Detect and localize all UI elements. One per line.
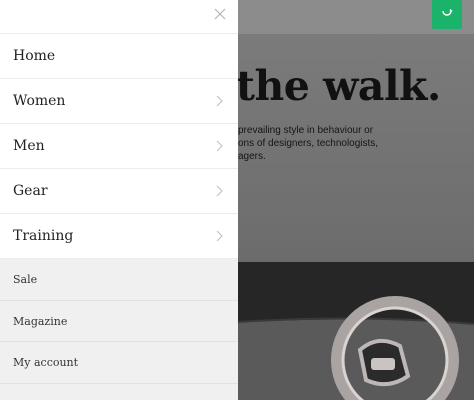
nav-item-label: Gear	[13, 183, 48, 199]
chevron-right-icon	[216, 230, 223, 242]
nav-item-label: Women	[13, 93, 66, 109]
cart-button[interactable]	[432, 0, 462, 29]
nav-item-women[interactable]: Women	[0, 79, 238, 124]
nav-link-label: My account	[13, 356, 79, 370]
hero-title: the walk.	[236, 62, 441, 110]
nav-link-label: Sale	[13, 272, 38, 286]
chevron-right-icon	[216, 95, 223, 107]
drawer-header	[0, 0, 238, 34]
close-icon	[214, 8, 226, 20]
nav-link-sale[interactable]: Sale	[0, 259, 238, 301]
nav-drawer: Home Women Men Gear Training Sale Magazi…	[0, 0, 238, 400]
nav-item-label: Home	[13, 48, 56, 64]
nav-item-home[interactable]: Home	[0, 34, 238, 79]
chevron-right-icon	[216, 140, 223, 152]
hero-description: prevailing style in behaviour or ons of …	[238, 125, 379, 162]
close-drawer-button[interactable]	[212, 6, 228, 22]
nav-item-men[interactable]: Men	[0, 124, 238, 169]
secondary-links: Sale Magazine My account	[0, 259, 238, 400]
shopping-bag-icon	[442, 8, 453, 16]
hero-image-belt	[238, 262, 474, 400]
nav-item-label: Training	[13, 228, 74, 244]
nav-item-gear[interactable]: Gear	[0, 169, 238, 214]
nav-link-my-account[interactable]: My account	[0, 342, 238, 385]
nav-item-label: Men	[13, 138, 45, 154]
nav-item-training[interactable]: Training	[0, 214, 238, 259]
chevron-right-icon	[216, 185, 223, 197]
nav-link-magazine[interactable]: Magazine	[0, 301, 238, 343]
nav-link-label: Magazine	[13, 314, 68, 328]
